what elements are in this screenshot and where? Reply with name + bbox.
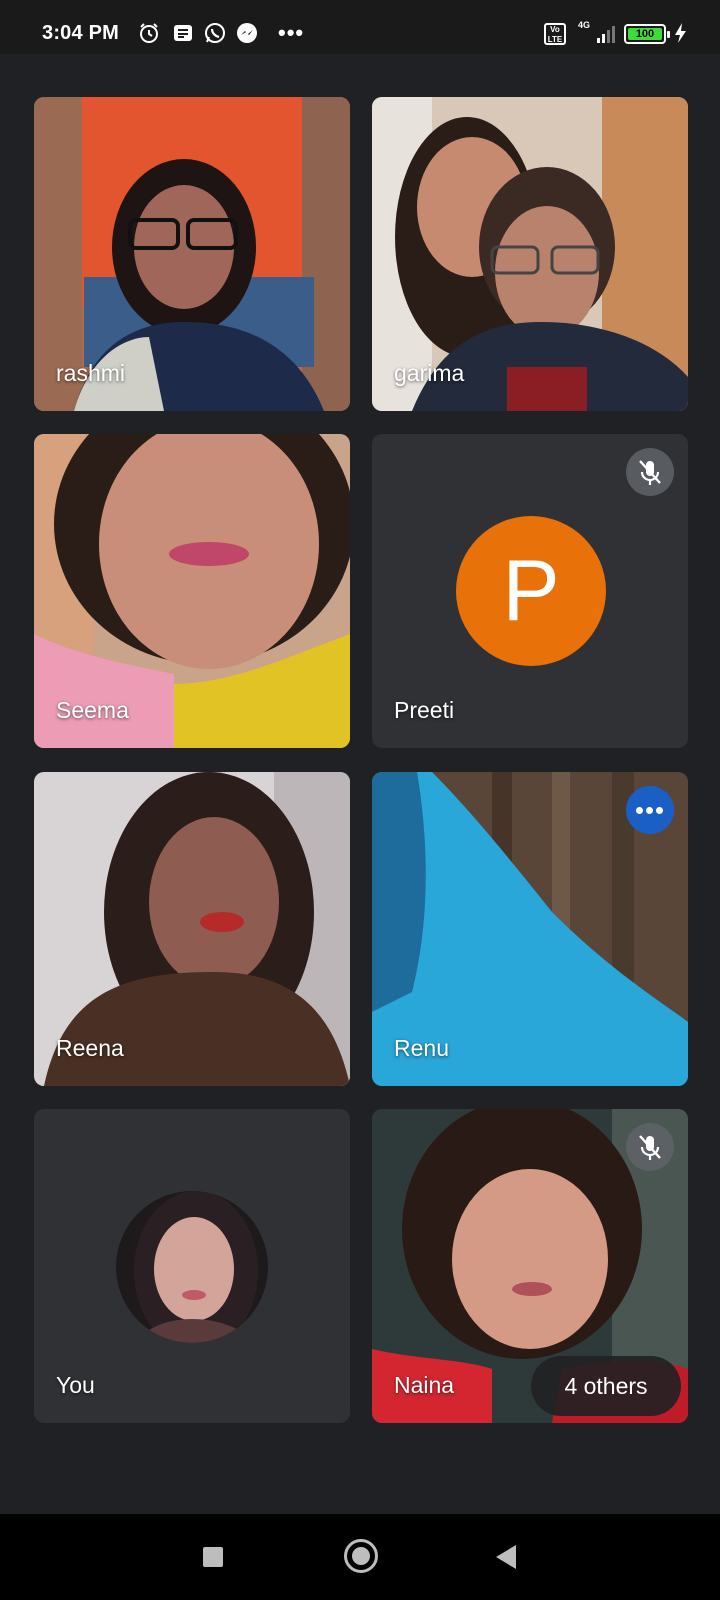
- recents-button[interactable]: [203, 1547, 223, 1567]
- avatar: P: [456, 516, 606, 666]
- participant-name: Renu: [394, 1035, 449, 1061]
- participant-tile-reena[interactable]: Reena: [34, 772, 350, 1086]
- signal-icon: [597, 26, 615, 43]
- participant-tile-seema[interactable]: Seema: [34, 434, 350, 748]
- home-button[interactable]: [344, 1539, 378, 1573]
- participant-name: Preeti: [394, 697, 455, 723]
- participant-name: Reena: [56, 1035, 124, 1061]
- status-bar: 3:04 PM ••• Vo LTE 4G 100: [0, 0, 720, 54]
- participant-name: Seema: [56, 697, 129, 723]
- messenger-icon: [237, 23, 257, 43]
- others-chip[interactable]: 4 others: [531, 1356, 681, 1416]
- speaking-indicator-icon: [626, 786, 674, 834]
- more-notifications-icon: •••: [278, 20, 305, 45]
- volte-icon: Vo LTE: [544, 23, 566, 45]
- system-nav-bar: [0, 1514, 720, 1600]
- participant-name: rashmi: [56, 360, 126, 386]
- whatsapp-icon: [205, 23, 225, 43]
- participant-name: Naina: [394, 1372, 455, 1398]
- participant-name: garima: [394, 360, 465, 386]
- mic-off-icon: [626, 1123, 674, 1171]
- alarm-icon: [140, 23, 158, 43]
- clock: 3:04 PM: [42, 22, 119, 44]
- battery-icon: 100: [624, 24, 670, 44]
- participant-tile-you[interactable]: You: [34, 1109, 350, 1423]
- participant-tile-rashmi[interactable]: rashmi: [34, 97, 350, 411]
- participant-tile-preeti[interactable]: P Preeti: [372, 434, 688, 748]
- participant-tile-garima[interactable]: garima: [372, 97, 688, 411]
- self-avatar: [116, 1191, 268, 1343]
- notification-icon: [174, 25, 192, 41]
- mic-off-icon: [626, 448, 674, 496]
- charging-icon: [675, 23, 686, 43]
- back-button[interactable]: [496, 1545, 516, 1569]
- battery-level: 100: [628, 28, 662, 40]
- participant-tile-renu[interactable]: Renu: [372, 772, 688, 1086]
- network-type: 4G: [578, 20, 591, 30]
- participant-name: You: [56, 1372, 95, 1398]
